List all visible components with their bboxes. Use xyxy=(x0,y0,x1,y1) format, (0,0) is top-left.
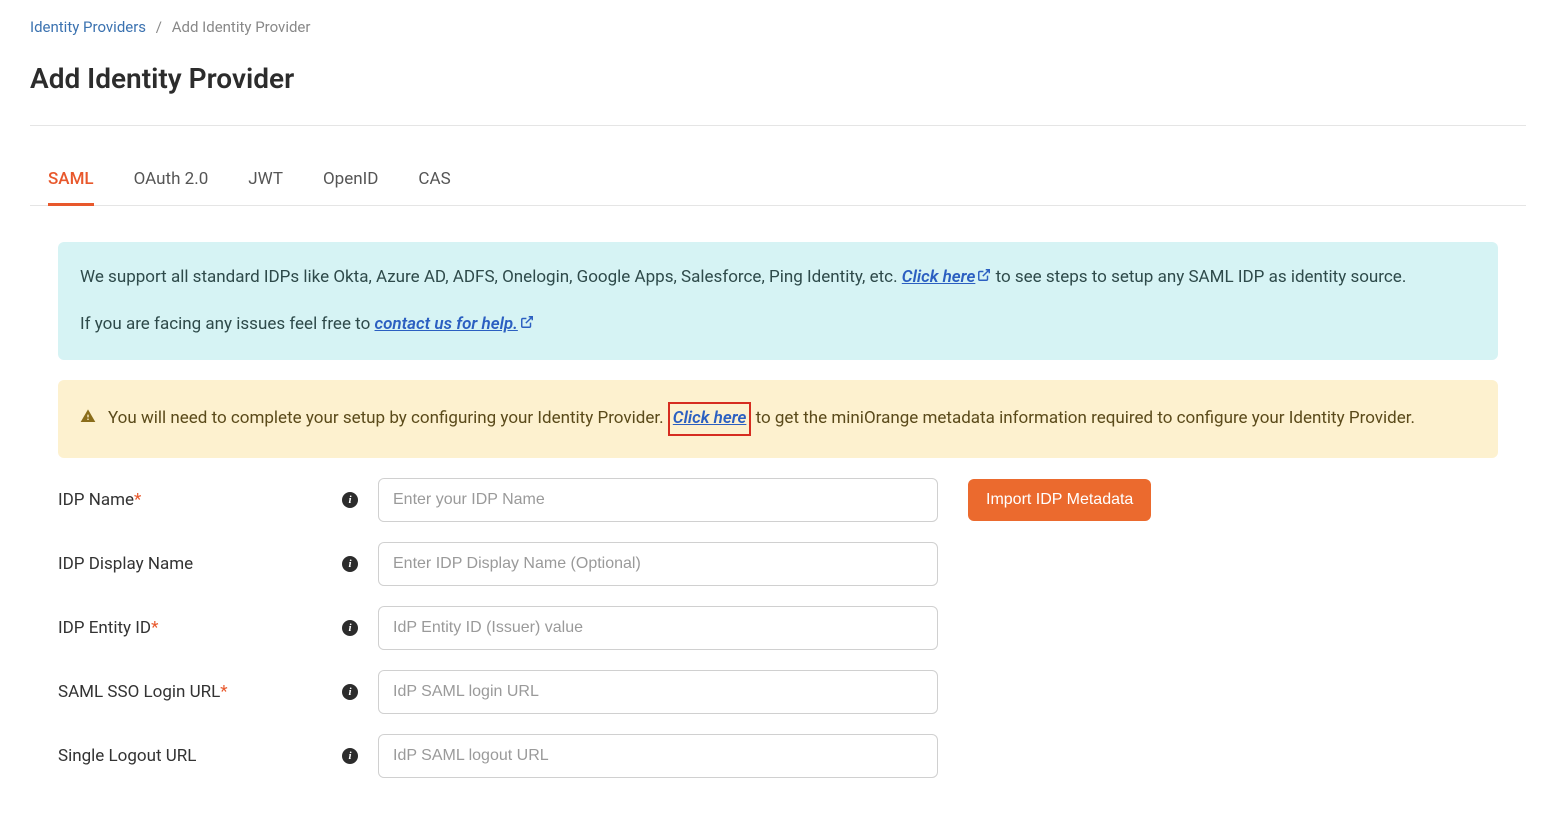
import-idp-metadata-button[interactable]: Import IDP Metadata xyxy=(968,479,1151,521)
info-link-setup-steps[interactable]: Click here xyxy=(902,267,992,287)
tab-cas[interactable]: CAS xyxy=(418,155,450,206)
label-idp-display-name: IDP Display Name i xyxy=(58,554,378,574)
row-saml-sso-login-url: SAML SSO Login URL* i xyxy=(58,670,1498,714)
info-text-2: to see steps to setup any SAML IDP as id… xyxy=(996,267,1407,287)
row-single-logout-url: Single Logout URL i xyxy=(58,734,1498,778)
label-saml-sso-login-url: SAML SSO Login URL* i xyxy=(58,682,378,702)
info-icon[interactable]: i xyxy=(342,492,358,508)
info-icon[interactable]: i xyxy=(342,748,358,764)
row-idp-entity-id: IDP Entity ID* i xyxy=(58,606,1498,650)
label-idp-name: IDP Name* i xyxy=(58,490,378,510)
idp-entity-id-input[interactable] xyxy=(378,606,938,650)
tab-jwt[interactable]: JWT xyxy=(248,155,283,206)
warning-icon xyxy=(80,406,96,433)
warning-text-2: to get the miniOrange metadata informati… xyxy=(751,408,1415,428)
external-link-icon xyxy=(520,311,534,338)
external-link-icon xyxy=(977,264,991,291)
tab-oauth2[interactable]: OAuth 2.0 xyxy=(134,155,209,206)
breadcrumb: Identity Providers / Add Identity Provid… xyxy=(30,0,1526,44)
content-area: We support all standard IDPs like Okta, … xyxy=(30,206,1526,778)
info-text-3: If you are facing any issues feel free t… xyxy=(80,314,375,334)
saml-sso-login-url-input[interactable] xyxy=(378,670,938,714)
label-idp-entity-id: IDP Entity ID* i xyxy=(58,618,378,638)
row-idp-name: IDP Name* i Import IDP Metadata xyxy=(58,478,1498,522)
info-icon[interactable]: i xyxy=(342,620,358,636)
breadcrumb-separator: / xyxy=(156,18,162,36)
warning-text-1: You will need to complete your setup by … xyxy=(108,408,668,428)
info-alert: We support all standard IDPs like Okta, … xyxy=(58,242,1498,360)
warning-alert: You will need to complete your setup by … xyxy=(58,380,1498,457)
highlighted-link-box: Click here xyxy=(668,402,752,435)
warning-link-metadata[interactable]: Click here xyxy=(673,408,747,428)
idp-display-name-input[interactable] xyxy=(378,542,938,586)
info-link-contact[interactable]: contact us for help. xyxy=(375,314,534,334)
info-text-1: We support all standard IDPs like Okta, … xyxy=(80,267,902,287)
breadcrumb-current: Add Identity Provider xyxy=(172,18,311,36)
row-idp-display-name: IDP Display Name i xyxy=(58,542,1498,586)
title-divider xyxy=(30,125,1526,126)
page-title: Add Identity Provider xyxy=(30,62,1526,95)
tab-openid[interactable]: OpenID xyxy=(323,155,378,206)
single-logout-url-input[interactable] xyxy=(378,734,938,778)
breadcrumb-parent-link[interactable]: Identity Providers xyxy=(30,18,146,36)
tabs-bar: SAML OAuth 2.0 JWT OpenID CAS xyxy=(30,154,1526,206)
tab-saml[interactable]: SAML xyxy=(48,155,94,206)
info-icon[interactable]: i xyxy=(342,556,358,572)
label-single-logout-url: Single Logout URL i xyxy=(58,746,378,766)
idp-name-input[interactable] xyxy=(378,478,938,522)
info-icon[interactable]: i xyxy=(342,684,358,700)
